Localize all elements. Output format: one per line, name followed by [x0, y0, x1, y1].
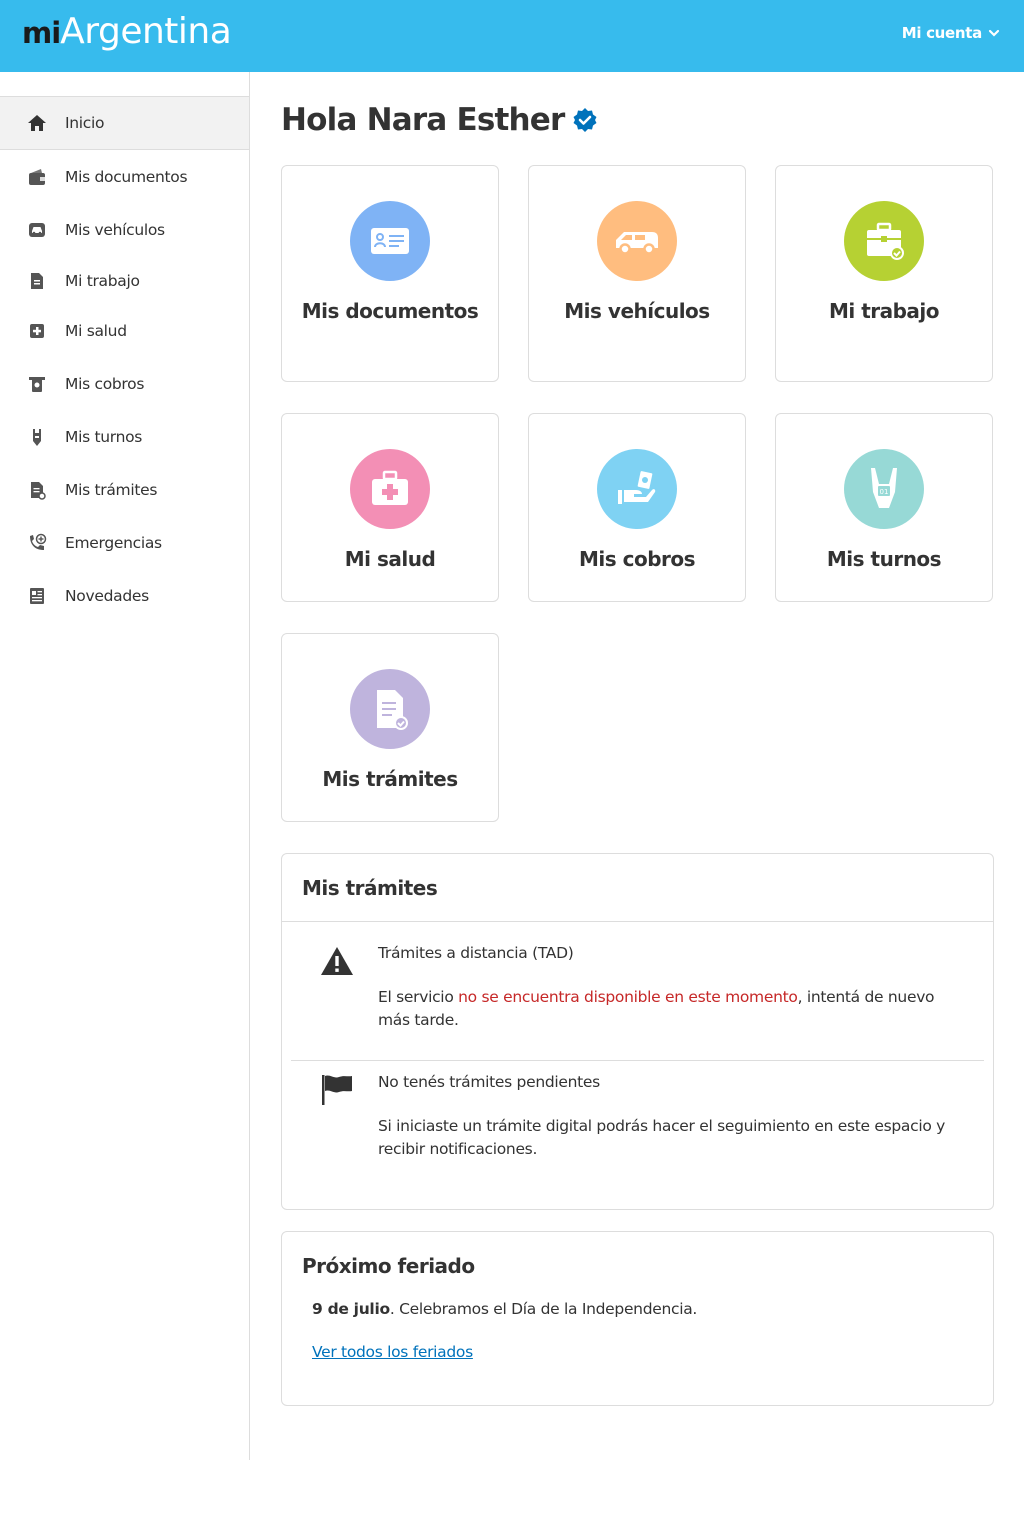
- verified-check-icon: [573, 108, 597, 132]
- sidebar-item-label: Mis turnos: [65, 428, 143, 446]
- health-cross-icon: [27, 321, 47, 341]
- tad-title: Trámites a distancia (TAD): [378, 944, 574, 962]
- logo-argentina: Argentina: [60, 11, 232, 52]
- card-title: Mis turnos: [826, 547, 942, 571]
- account-label: Mi cuenta: [901, 24, 983, 42]
- pending-message: Si iniciaste un trámite digital podrás h…: [378, 1117, 946, 1158]
- money-icon: [27, 374, 47, 394]
- account-menu-button[interactable]: Mi cuenta: [902, 24, 1000, 42]
- form-check-icon: [350, 669, 430, 749]
- top-header: miArgentina Mi cuenta: [0, 0, 1024, 72]
- sidebar-item-label: Emergencias: [65, 534, 162, 552]
- card-mis-documentos[interactable]: Mis documentos: [281, 165, 499, 382]
- id-card-icon: [350, 201, 430, 281]
- sidebar-item-label: Mi trabajo: [65, 272, 140, 290]
- card-mi-salud[interactable]: Mi salud: [281, 413, 499, 602]
- sidebar-item-novedades[interactable]: Novedades: [0, 569, 249, 623]
- sidebar-item-mis-vehiculos[interactable]: Mis vehículos: [0, 203, 249, 257]
- card-mis-turnos[interactable]: 01 Mis turnos: [775, 413, 993, 602]
- flag-icon: [322, 1075, 352, 1105]
- tad-unavailable-text: no se encuentra disponible en este momen…: [458, 988, 798, 1006]
- document-icon: [27, 271, 47, 291]
- sidebar-item-label: Inicio: [65, 114, 105, 132]
- wallet-icon: [27, 167, 47, 187]
- ticket-icon: [27, 427, 47, 447]
- holiday-panel: Próximo feriado 9 de julio. Celebramos e…: [281, 1231, 994, 1406]
- card-title: Mis cobros: [578, 547, 696, 571]
- greeting-text: Hola Nara Esther: [281, 102, 565, 138]
- panel-title: Próximo feriado: [302, 1254, 475, 1278]
- sidebar: Inicio Mis documentos Mis vehículos Mi t…: [0, 72, 250, 1460]
- home-icon: [27, 113, 47, 133]
- sidebar-item-inicio[interactable]: Inicio: [0, 96, 249, 150]
- chevron-down-icon: [988, 29, 1000, 37]
- logo-mi: mi: [22, 16, 61, 50]
- newspaper-icon: [27, 586, 47, 606]
- card-title: Mi salud: [344, 547, 436, 571]
- card-mi-trabajo[interactable]: Mi trabajo: [775, 165, 993, 382]
- car-icon: [27, 220, 47, 240]
- page-title: Hola Nara Esther: [281, 102, 598, 138]
- sidebar-item-label: Mis vehículos: [65, 221, 165, 239]
- number-ticket-icon: 01: [844, 449, 924, 529]
- card-title: Mis vehículos: [564, 299, 710, 323]
- sidebar-item-label: Mis documentos: [65, 168, 188, 186]
- sidebar-item-mis-cobros[interactable]: Mis cobros: [0, 357, 249, 411]
- pending-title: No tenés trámites pendientes: [378, 1073, 600, 1091]
- holiday-date: 9 de julio: [312, 1300, 390, 1318]
- sidebar-item-mi-salud[interactable]: Mi salud: [0, 304, 249, 358]
- mi-argentina-logo[interactable]: miArgentina: [22, 11, 232, 52]
- sidebar-item-label: Mi salud: [65, 322, 127, 340]
- sidebar-item-mis-turnos[interactable]: Mis turnos: [0, 410, 249, 464]
- hand-money-icon: [597, 449, 677, 529]
- card-mis-vehiculos[interactable]: Mis vehículos: [528, 165, 746, 382]
- card-title: Mi trabajo: [828, 299, 940, 323]
- sidebar-item-mi-trabajo[interactable]: Mi trabajo: [0, 254, 249, 308]
- tramites-panel: Mis trámites Trámites a distancia (TAD) …: [281, 853, 994, 1210]
- card-title: Mis trámites: [322, 767, 458, 791]
- tad-message-start: El servicio: [378, 988, 459, 1006]
- holiday-description: . Celebramos el Día de la Independencia.: [389, 1300, 698, 1318]
- tad-message: El servicio no se encuentra disponible e…: [378, 986, 953, 1032]
- sidebar-item-label: Mis cobros: [65, 375, 145, 393]
- briefcase-icon: [844, 201, 924, 281]
- card-title: Mis documentos: [301, 299, 479, 323]
- phone-plus-icon: [27, 533, 47, 553]
- divider: [291, 1060, 984, 1061]
- sidebar-item-emergencias[interactable]: Emergencias: [0, 516, 249, 570]
- all-holidays-link[interactable]: Ver todos los feriados: [312, 1343, 473, 1361]
- van-icon: [597, 201, 677, 281]
- paperwork-icon: [27, 480, 47, 500]
- sidebar-item-mis-documentos[interactable]: Mis documentos: [0, 150, 249, 204]
- first-aid-kit-icon: [350, 449, 430, 529]
- card-mis-tramites[interactable]: Mis trámites: [281, 633, 499, 822]
- sidebar-item-label: Mis trámites: [65, 481, 158, 499]
- svg-text:01: 01: [880, 488, 889, 496]
- card-mis-cobros[interactable]: Mis cobros: [528, 413, 746, 602]
- panel-title: Mis trámites: [282, 854, 993, 922]
- sidebar-item-mis-tramites[interactable]: Mis trámites: [0, 463, 249, 517]
- holiday-info: 9 de julio. Celebramos el Día de la Inde…: [312, 1300, 697, 1318]
- sidebar-item-label: Novedades: [65, 587, 149, 605]
- warning-icon: [321, 947, 353, 975]
